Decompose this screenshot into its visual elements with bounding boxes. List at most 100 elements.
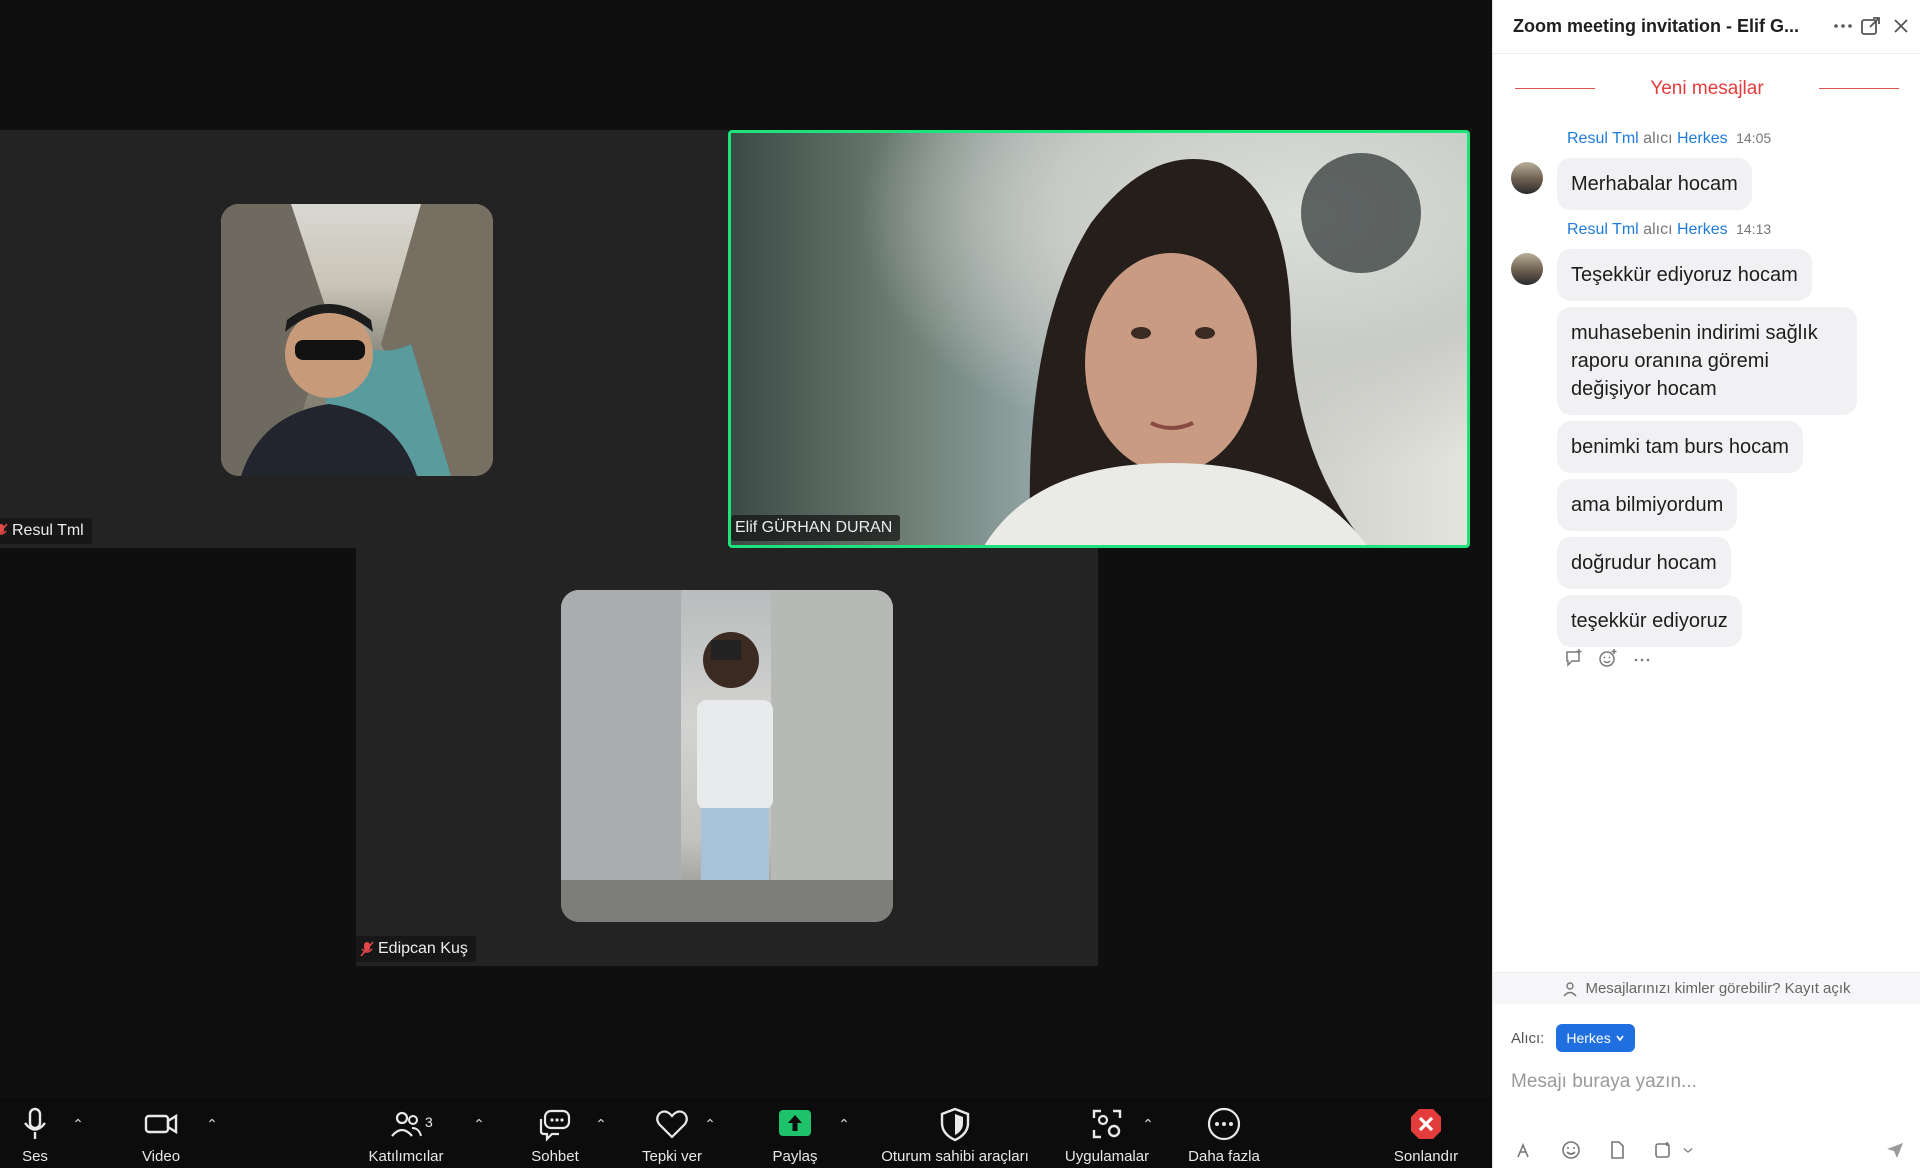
recipient-label: Alıcı:: [1511, 1029, 1545, 1047]
participant-tile-elif-active-speaker[interactable]: Elif GÜRHAN DURAN: [728, 130, 1470, 548]
privacy-notice[interactable]: Mesajlarınızı kimler görebilir? Kayıt aç…: [1493, 972, 1920, 1004]
shield-icon: [940, 1107, 970, 1142]
chat-button[interactable]: Sohbet: [530, 1106, 580, 1168]
recipient-select-value: Herkes: [1566, 1030, 1611, 1046]
recipient-name[interactable]: Herkes: [1677, 130, 1728, 147]
react-options-chevron-icon[interactable]: ⌃: [703, 1116, 717, 1133]
video-button[interactable]: Video: [136, 1106, 186, 1168]
host-tools-button[interactable]: Oturum sahibi araçları: [868, 1106, 1042, 1168]
to-word: alıcı: [1643, 221, 1673, 238]
chevron-down-icon: [1616, 1035, 1624, 1042]
pop-out-icon[interactable]: [1859, 14, 1883, 38]
recipient-row: Alıcı: Herkes: [1511, 1024, 1635, 1052]
message-input[interactable]: [1511, 1062, 1901, 1102]
participant-name-tag: Elif GÜRHAN DURAN: [731, 515, 901, 541]
avatar[interactable]: [1511, 162, 1543, 194]
message-bubble[interactable]: teşekkür ediyoruz: [1557, 595, 1742, 647]
message-group: Resul Tml alıcı Herkes 14:05 Merhabalar …: [1511, 130, 1911, 210]
message-group: Resul Tml alıcı Herkes 14:13 Teşekkür ed…: [1511, 221, 1911, 647]
avatar[interactable]: [1511, 253, 1543, 285]
emoji-icon[interactable]: [1561, 1140, 1581, 1160]
more-button[interactable]: Daha fazla: [1178, 1106, 1270, 1168]
divider-line: [1515, 88, 1595, 89]
apps-button[interactable]: Uygulamalar: [1060, 1106, 1154, 1168]
participant-profile-photo: [221, 204, 493, 476]
share-button[interactable]: Paylaş: [770, 1106, 820, 1168]
reply-thread-icon[interactable]: [1564, 648, 1584, 668]
message-time: 14:13: [1736, 221, 1772, 237]
microphone-icon: [24, 1107, 46, 1139]
message-bubble[interactable]: Teşekkür ediyoruz hocam: [1557, 249, 1812, 301]
participants-label: Katılımcılar: [368, 1148, 444, 1165]
more-dots-icon[interactable]: [1632, 648, 1652, 668]
message-time: 14:05: [1736, 130, 1772, 146]
end-meeting-label: Sonlandır: [1393, 1148, 1459, 1165]
message-bubble[interactable]: benimki tam burs hocam: [1557, 421, 1803, 473]
add-reaction-icon[interactable]: [1598, 648, 1618, 668]
input-toolbar: [1515, 1140, 1905, 1160]
share-label: Paylaş: [772, 1148, 818, 1165]
end-meeting-button[interactable]: Sonlandır: [1384, 1106, 1468, 1168]
recipient-select[interactable]: Herkes: [1556, 1024, 1635, 1052]
meeting-stage: Resul Tml Elif GÜRHAN DURAN Edipcan Kuş: [0, 0, 1492, 1098]
participant-name: Elif GÜRHAN DURAN: [735, 519, 893, 536]
sender-name[interactable]: Resul Tml: [1567, 130, 1639, 147]
video-options-chevron-icon[interactable]: ⌃: [205, 1116, 219, 1133]
audio-button[interactable]: Ses: [10, 1106, 60, 1168]
close-icon[interactable]: [1889, 14, 1913, 38]
privacy-notice-text: Mesajlarınızı kimler görebilir? Kayıt aç…: [1585, 980, 1851, 997]
react-button[interactable]: Tepki ver: [632, 1106, 712, 1168]
more-dots-icon: [1207, 1107, 1241, 1141]
participant-tile-edipcan[interactable]: Edipcan Kuş: [356, 548, 1098, 966]
message-bubble[interactable]: ama bilmiyordum: [1557, 479, 1738, 531]
message-bubble[interactable]: Merhabalar hocam: [1557, 158, 1752, 210]
divider-line: [1819, 88, 1899, 89]
chat-header: Zoom meeting invitation - Elif G...: [1493, 0, 1920, 54]
people-visibility-icon: [1563, 981, 1577, 996]
chat-title: Zoom meeting invitation - Elif G...: [1513, 16, 1800, 36]
chat-panel: Zoom meeting invitation - Elif G... Yeni…: [1492, 0, 1920, 1168]
participant-tile-resul[interactable]: Resul Tml: [0, 130, 728, 548]
sender-name[interactable]: Resul Tml: [1567, 221, 1639, 238]
send-icon[interactable]: [1885, 1140, 1905, 1160]
chat-bubble-icon: [539, 1109, 571, 1142]
file-icon[interactable]: [1607, 1140, 1627, 1160]
message-bubble[interactable]: muhasebenin indirimi sağlık raporu oranı…: [1557, 307, 1857, 415]
profile-photo-drawing: [221, 204, 493, 476]
format-text-icon[interactable]: [1515, 1140, 1535, 1160]
message-meta: Resul Tml alıcı Herkes 14:05: [1567, 130, 1911, 152]
message-meta: Resul Tml alıcı Herkes 14:13: [1567, 221, 1911, 243]
participant-name-tag: Resul Tml: [0, 518, 92, 544]
react-label: Tepki ver: [641, 1148, 703, 1165]
recipient-name[interactable]: Herkes: [1677, 221, 1728, 238]
chat-options-chevron-icon[interactable]: ⌃: [594, 1116, 608, 1133]
participant-video-feed: [731, 133, 1467, 545]
chevron-down-icon[interactable]: [1681, 1140, 1695, 1160]
zoom-meeting-window: Resul Tml Elif GÜRHAN DURAN Edipcan Kuş …: [0, 0, 1920, 1168]
apps-options-chevron-icon[interactable]: ⌃: [1141, 1116, 1155, 1133]
end-meeting-icon: [1411, 1109, 1441, 1139]
mic-muted-icon: [0, 523, 8, 535]
screenshot-icon[interactable]: [1653, 1140, 1673, 1160]
more-options-icon[interactable]: [1831, 14, 1855, 38]
participants-button[interactable]: Katılımcılar: [362, 1106, 450, 1168]
meeting-toolbar: Ses ⌃ Video ⌃ Katılımcılar 3 ⌃ Sohbet ⌃ …: [0, 1098, 1492, 1168]
audio-label: Ses: [22, 1148, 48, 1165]
audio-options-chevron-icon[interactable]: ⌃: [71, 1116, 85, 1133]
to-word: alıcı: [1643, 130, 1673, 147]
new-messages-label: Yeni mesajlar: [1650, 78, 1764, 99]
participant-name: Resul Tml: [12, 522, 84, 539]
apps-label: Uygulamalar: [1064, 1148, 1150, 1165]
video-frame-drawing: [984, 153, 1421, 545]
host-tools-label: Oturum sahibi araçları: [881, 1148, 1029, 1165]
participants-icon: [391, 1111, 422, 1137]
message-actions: [1564, 648, 1652, 668]
participants-options-chevron-icon[interactable]: ⌃: [472, 1116, 486, 1133]
message-bubble[interactable]: doğrudur hocam: [1557, 537, 1731, 589]
heart-icon: [656, 1110, 688, 1139]
share-screen-icon: [779, 1110, 811, 1136]
share-options-chevron-icon[interactable]: ⌃: [837, 1116, 851, 1133]
participant-name-tag: Edipcan Kuş: [356, 936, 476, 962]
video-label: Video: [141, 1148, 181, 1165]
participant-count-badge: 3: [425, 1114, 433, 1130]
